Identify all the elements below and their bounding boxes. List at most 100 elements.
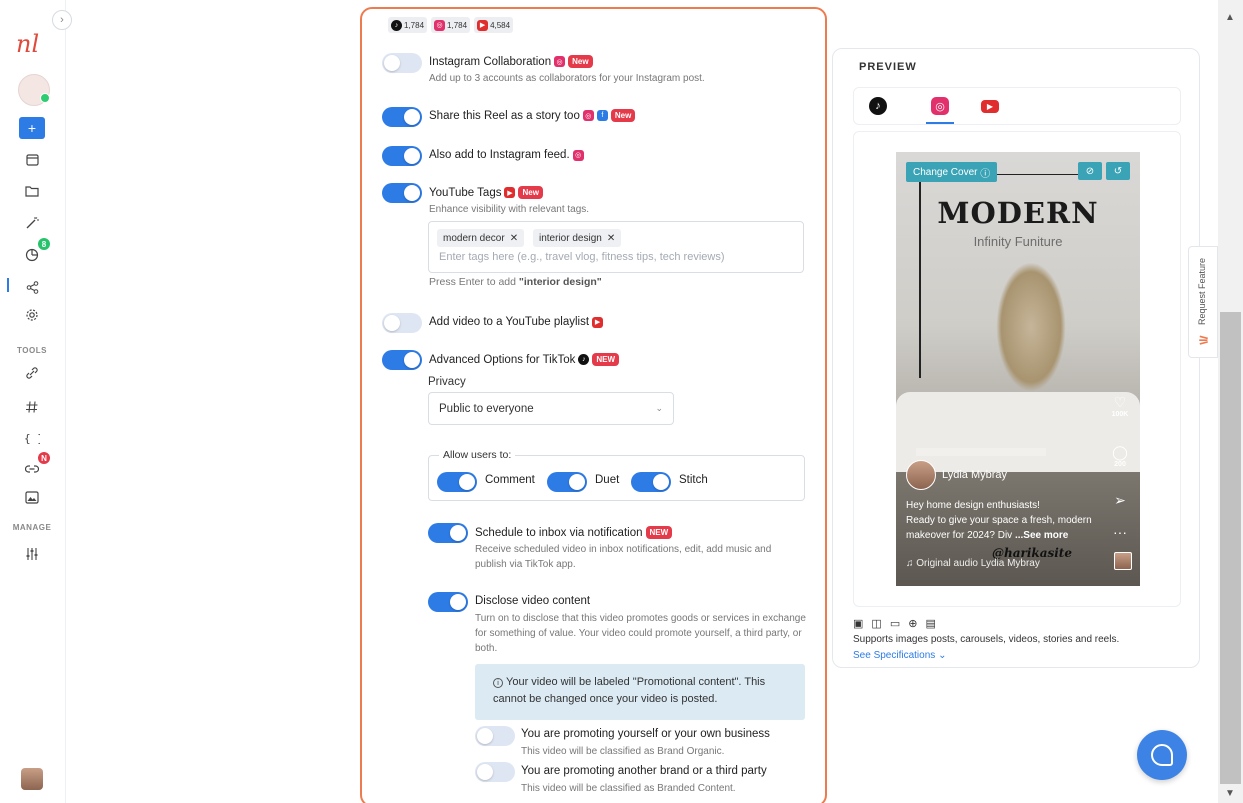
allow-comment-toggle[interactable] — [437, 472, 477, 492]
more-icon: ··· — [1113, 524, 1127, 540]
tiktok-advanced-toggle[interactable] — [382, 350, 422, 370]
folder-icon[interactable] — [20, 180, 44, 202]
reel-image-plant — [996, 262, 1066, 392]
reel-image-table — [916, 448, 1046, 456]
tab-tiktok[interactable]: ♪ — [868, 96, 888, 116]
brand-logo-icon[interactable]: nl — [14, 28, 50, 58]
preview-platform-tabs: ♪ ◎ ▶ — [853, 87, 1181, 125]
allow-stitch-label: Stitch — [679, 474, 708, 486]
schedule-inbox-toggle[interactable] — [428, 523, 468, 543]
code-braces-icon[interactable]: { } — [20, 426, 44, 448]
allow-comment-label: Comment — [485, 474, 535, 486]
svg-text:{ }: { } — [24, 432, 40, 444]
short-link-icon[interactable]: N — [20, 452, 50, 480]
tab-instagram[interactable]: ◎ — [930, 96, 950, 116]
privacy-select[interactable]: Public to everyone ⌄ — [428, 392, 674, 425]
schedule-inbox-title: Schedule to inbox via notification NEW — [475, 526, 673, 539]
reel-preview: Change Cover ⓘ ⊘ ↺ MODERN Infinity Funit… — [896, 152, 1140, 586]
promotional-info-box: i Your video will be labeled "Promotional… — [475, 664, 805, 720]
svg-text:nl: nl — [16, 30, 39, 58]
youtube-icon: ▶ — [981, 99, 999, 113]
reel-user: Lydia Mybray — [906, 460, 1007, 490]
tiktok-icon: ♪ — [391, 19, 402, 31]
promote-other-toggle[interactable] — [475, 762, 515, 782]
privacy-label: Privacy — [428, 376, 466, 388]
analytics-badge: 8 — [38, 238, 50, 250]
hide-eye-icon[interactable]: ⊘ — [1078, 162, 1102, 180]
promote-other-title: You are promoting another brand or a thi… — [521, 765, 767, 777]
new-badge: New — [518, 186, 543, 199]
reel-audio: ♫ Original audio Lydia Mybray — [906, 558, 1040, 569]
share-story-title: Share this Reel as a story too ◎ f New — [429, 109, 636, 122]
instagram-icon: ◎ — [582, 110, 594, 121]
remove-tag-icon[interactable]: ✕ — [607, 233, 615, 244]
tiktok-stat: ♪ 1,784 — [388, 17, 428, 33]
platform-stats: ♪ 1,784 ◎ 1,784 ▶ 4,584 — [388, 17, 514, 33]
instagram-icon: ◎ — [554, 56, 566, 67]
instagram-icon: ◎ — [572, 149, 584, 161]
magic-wand-icon[interactable] — [20, 212, 44, 234]
image-icon: ▣ — [853, 618, 864, 630]
ig-collab-description: Add up to 3 accounts as collaborators fo… — [429, 73, 705, 84]
comment-icon: ◯ 200 — [1112, 444, 1128, 468]
scrollbar[interactable]: ▲ ▼ — [1218, 0, 1243, 803]
preview-heading: PREVIEW — [859, 61, 917, 73]
change-cover-button[interactable]: Change Cover ⓘ — [906, 162, 998, 182]
tag-chip: interior design ✕ — [533, 229, 622, 247]
remove-tag-icon[interactable]: ✕ — [510, 233, 518, 244]
allow-users-group: Allow users to: Comment Duet Stitch — [428, 449, 805, 501]
audio-thumbnail — [1114, 552, 1132, 570]
new-badge: New — [568, 55, 593, 68]
see-specifications-link[interactable]: See Specifications ⌄ — [853, 650, 946, 661]
instagram-feed-toggle[interactable] — [382, 146, 422, 166]
youtube-tags-toggle[interactable] — [382, 183, 422, 203]
ig-collab-toggle[interactable] — [382, 53, 422, 73]
active-indicator — [7, 278, 9, 292]
reel-caption: Hey home design enthusiasts! Ready to gi… — [906, 500, 1092, 541]
promote-self-toggle[interactable] — [475, 726, 515, 746]
sliders-icon[interactable] — [20, 543, 44, 565]
scroll-down-icon[interactable]: ▼ — [1225, 788, 1235, 799]
share-icon[interactable] — [20, 276, 44, 298]
youtube-icon: ▶ — [477, 19, 489, 31]
create-post-button[interactable]: + — [19, 117, 45, 139]
chevron-down-icon: ⌄ — [655, 403, 663, 413]
link-icon[interactable] — [20, 362, 44, 384]
active-tab-indicator — [926, 122, 954, 124]
tags-input-box[interactable]: modern decor ✕ interior design ✕ Enter tag… — [428, 221, 804, 273]
format-icons: ▣ ◫ ▭ ⊕ ▤ — [853, 617, 936, 630]
hashtag-icon[interactable] — [20, 396, 44, 418]
allow-duet-toggle[interactable] — [547, 472, 587, 492]
share-story-toggle[interactable] — [382, 107, 422, 127]
reset-icon[interactable]: ↺ — [1106, 162, 1130, 180]
scroll-thumb[interactable] — [1220, 312, 1241, 784]
disclose-content-toggle[interactable] — [428, 592, 468, 612]
reel-subtitle: Infinity Funiture — [973, 234, 1063, 249]
disclose-content-title: Disclose video content — [475, 595, 591, 607]
youtube-playlist-toggle[interactable] — [382, 313, 422, 333]
post-options-panel: ♪ 1,784 ◎ 1,784 ▶ 4,584 Instagram Collabora… — [360, 7, 827, 803]
disclose-content-description: Turn on to disclose that this video prom… — [475, 613, 806, 654]
tab-youtube[interactable]: ▶ — [980, 96, 1000, 116]
profile-avatar[interactable] — [18, 74, 50, 106]
youtube-icon: ▶ — [592, 316, 604, 328]
ig-collab-title: Instagram Collaboration ◎ New — [429, 55, 593, 68]
scroll-up-icon[interactable]: ▲ — [1225, 12, 1235, 23]
allow-stitch-toggle[interactable] — [631, 472, 671, 492]
info-icon: i — [493, 678, 503, 688]
user-avatar[interactable] — [21, 768, 43, 790]
allow-duet-label: Duet — [595, 474, 620, 486]
calendar-icon[interactable] — [20, 148, 44, 170]
media-gallery-icon[interactable] — [20, 486, 44, 508]
preview-card: PREVIEW ♪ ◎ ▶ Change Cover ⓘ ⊘ ↺ MODERN … — [832, 48, 1200, 668]
heart-icon: ♡ 100K — [1111, 394, 1129, 418]
sidebar-expand-button[interactable]: › — [52, 10, 72, 30]
analytics-icon[interactable]: 8 — [20, 238, 50, 266]
tags-input[interactable]: Enter tags here (e.g., travel vlog, fitn… — [439, 251, 725, 263]
request-feature-tab[interactable]: Request Feature ⚞ — [1188, 246, 1218, 358]
crop-guide — [986, 174, 1086, 175]
reel-icon: ▤ — [925, 618, 936, 630]
new-badge: NEW — [645, 526, 673, 539]
chat-support-button[interactable] — [1137, 730, 1187, 780]
gear-icon[interactable] — [20, 304, 44, 326]
